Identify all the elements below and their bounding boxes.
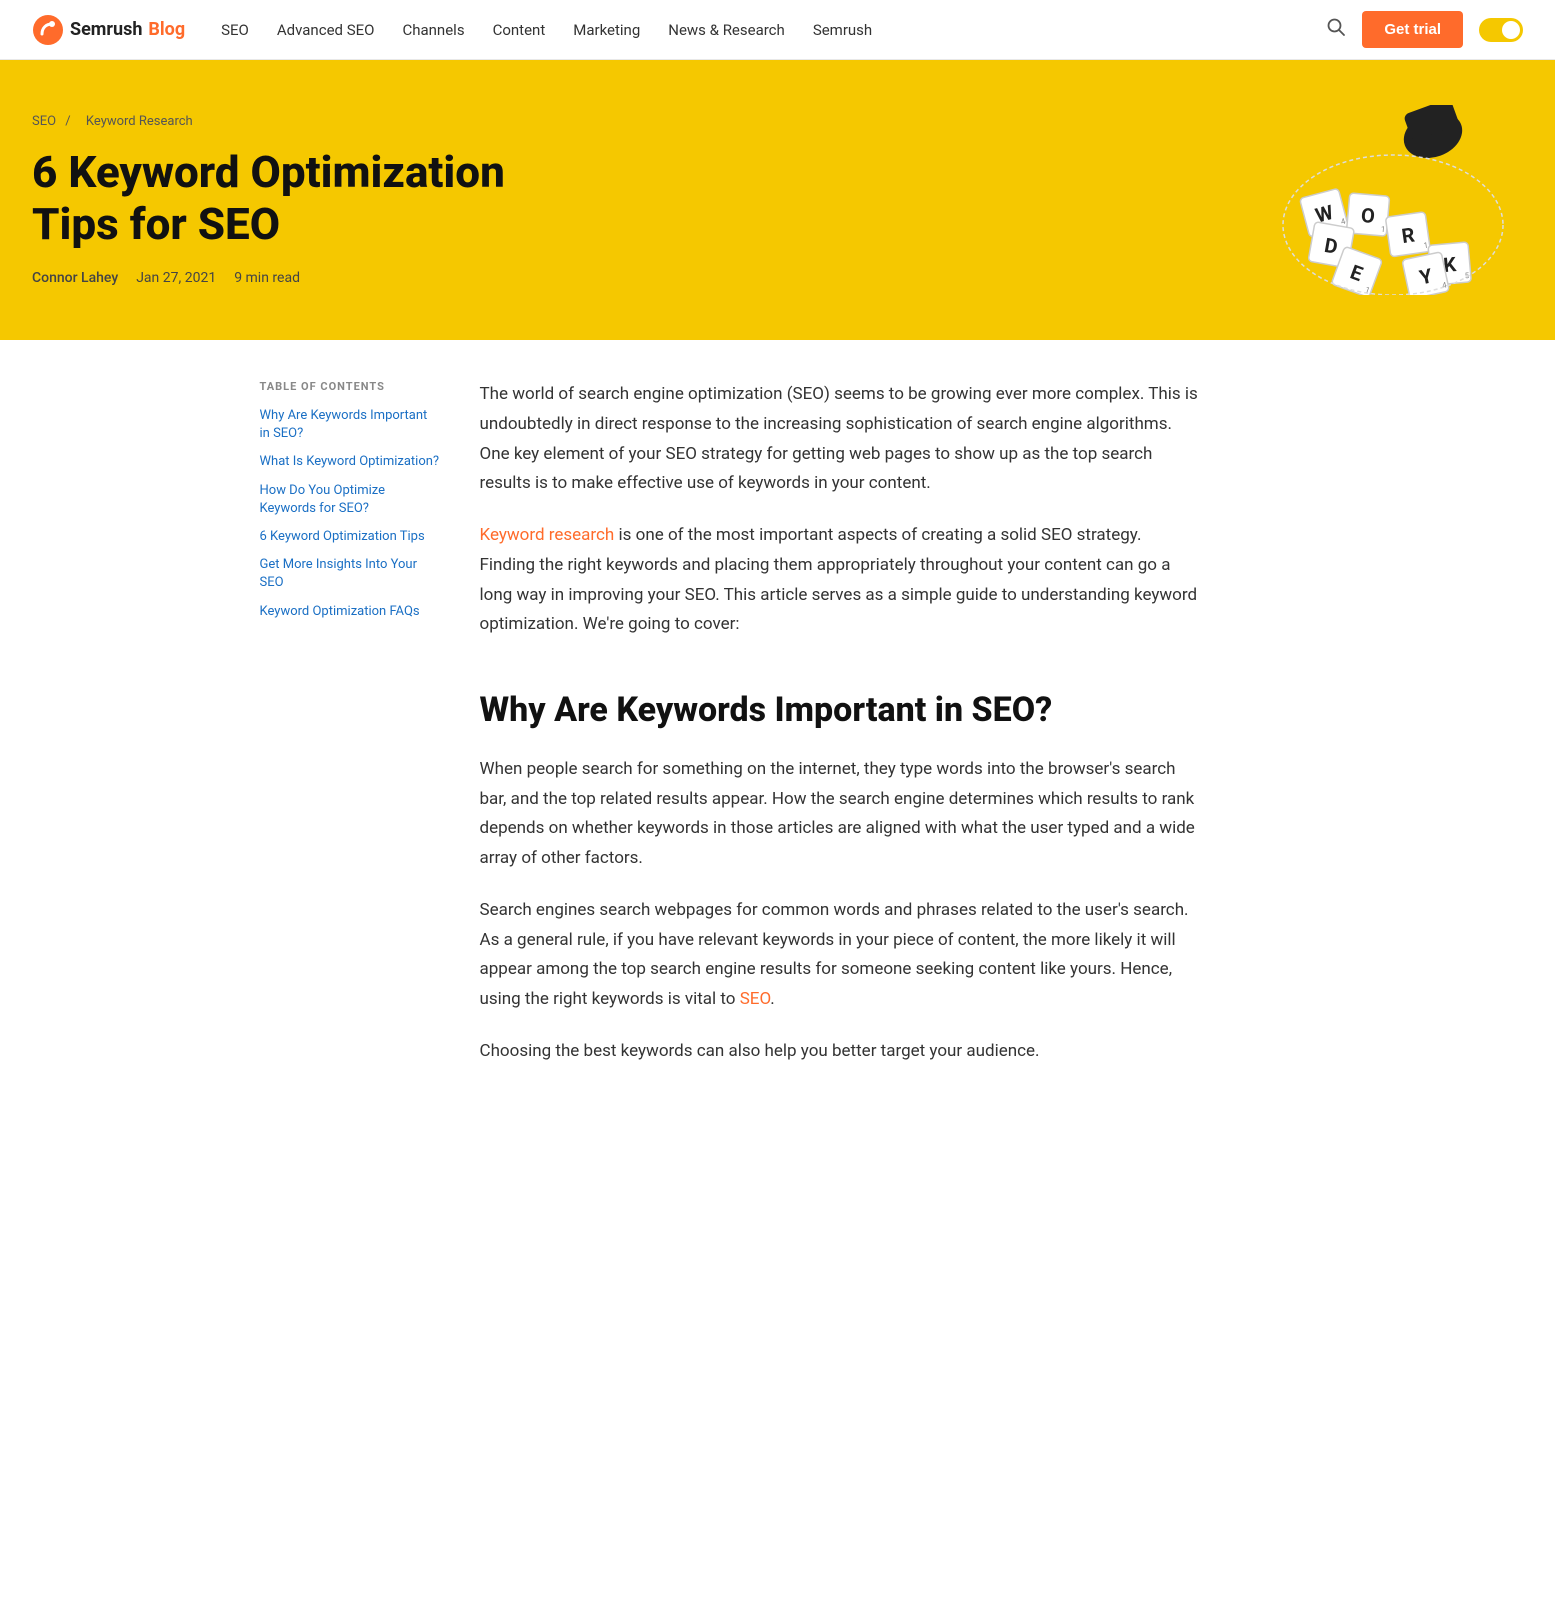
toc-link-5[interactable]: Get More Insights Into Your SEO [260, 556, 440, 592]
toc-link-2[interactable]: What Is Keyword Optimization? [260, 453, 440, 471]
toc-item-5: Get More Insights Into Your SEO [260, 556, 440, 592]
brand-logo[interactable]: Semrush Blog [32, 14, 185, 46]
brand-name-text: Semrush [70, 19, 142, 40]
search-button[interactable] [1326, 17, 1346, 42]
section-heading-why: Why Are Keywords Important in SEO? [480, 690, 1200, 731]
nav-semrush[interactable]: Semrush [813, 21, 872, 39]
toc-label: TABLE OF CONTENTS [260, 380, 440, 393]
why-p2-prefix: Search engines search webpages for commo… [480, 900, 1189, 1009]
toc-link-3[interactable]: How Do You Optimize Keywords for SEO? [260, 482, 440, 518]
svg-text:O: O [1360, 203, 1376, 228]
semrush-logo-icon [32, 14, 64, 46]
toc-item-1: Why Are Keywords Important in SEO? [260, 407, 440, 443]
seo-inline-link[interactable]: SEO [740, 989, 771, 1009]
nav-advanced-seo[interactable]: Advanced SEO [277, 21, 375, 39]
svg-text:1: 1 [1380, 225, 1385, 234]
navbar: Semrush Blog SEO Advanced SEO Channels C… [0, 0, 1555, 60]
main-layout: TABLE OF CONTENTS Why Are Keywords Impor… [228, 340, 1328, 1129]
hero-meta: Connor Lahey Jan 27, 2021 9 min read [32, 270, 532, 286]
why-paragraph-3: Choosing the best keywords can also help… [480, 1037, 1200, 1067]
breadcrumb: SEO / Keyword Research [32, 114, 532, 129]
nav-news-research[interactable]: News & Research [668, 21, 785, 39]
nav-marketing[interactable]: Marketing [573, 21, 640, 39]
breadcrumb-keyword-research: Keyword Research [86, 114, 193, 129]
sidebar-toc: TABLE OF CONTENTS Why Are Keywords Impor… [260, 380, 440, 1089]
toc-item-3: How Do You Optimize Keywords for SEO? [260, 482, 440, 518]
toc-item-6: Keyword Optimization FAQs [260, 603, 440, 621]
search-icon [1326, 17, 1346, 37]
article-title: 6 Keyword Optimization Tips for SEO [32, 147, 532, 251]
hero-section: SEO / Keyword Research 6 Keyword Optimiz… [0, 60, 1555, 340]
nav-content[interactable]: Content [493, 21, 546, 39]
breadcrumb-separator: / [65, 114, 74, 129]
publish-date: Jan 27, 2021 [136, 270, 216, 286]
article-body: The world of search engine optimization … [480, 380, 1200, 1089]
why-paragraph-2: Search engines search webpages for commo… [480, 896, 1200, 1015]
toc-link-1[interactable]: Why Are Keywords Important in SEO? [260, 407, 440, 443]
scrabble-illustration: W 4 O 1 R 1 D 2 K 5 [1273, 105, 1513, 295]
toc-link-4[interactable]: 6 Keyword Optimization Tips [260, 528, 440, 546]
keyword-research-link[interactable]: Keyword research [480, 525, 615, 545]
toc-link-6[interactable]: Keyword Optimization FAQs [260, 603, 440, 621]
author-name: Connor Lahey [32, 270, 118, 286]
why-paragraph-1: When people search for something on the … [480, 755, 1200, 874]
breadcrumb-seo[interactable]: SEO [32, 114, 56, 129]
hero-text: SEO / Keyword Research 6 Keyword Optimiz… [32, 114, 532, 287]
toc-list: Why Are Keywords Important in SEO? What … [260, 407, 440, 621]
intro-paragraph-2: Keyword research is one of the most impo… [480, 521, 1200, 640]
theme-toggle[interactable] [1479, 18, 1523, 42]
read-time: 9 min read [234, 270, 300, 286]
nav-links: SEO Advanced SEO Channels Content Market… [221, 21, 1326, 39]
intro-paragraph-1: The world of search engine optimization … [480, 380, 1200, 499]
brand-blog-text: Blog [148, 19, 185, 40]
nav-right: Get trial [1326, 11, 1523, 48]
toc-item-2: What Is Keyword Optimization? [260, 453, 440, 471]
get-trial-button[interactable]: Get trial [1362, 11, 1463, 48]
nav-seo[interactable]: SEO [221, 21, 249, 39]
nav-channels[interactable]: Channels [402, 21, 464, 39]
why-p2-suffix: . [770, 989, 774, 1009]
toc-item-4: 6 Keyword Optimization Tips [260, 528, 440, 546]
hero-illustration: W 4 O 1 R 1 D 2 K 5 [1263, 100, 1523, 300]
